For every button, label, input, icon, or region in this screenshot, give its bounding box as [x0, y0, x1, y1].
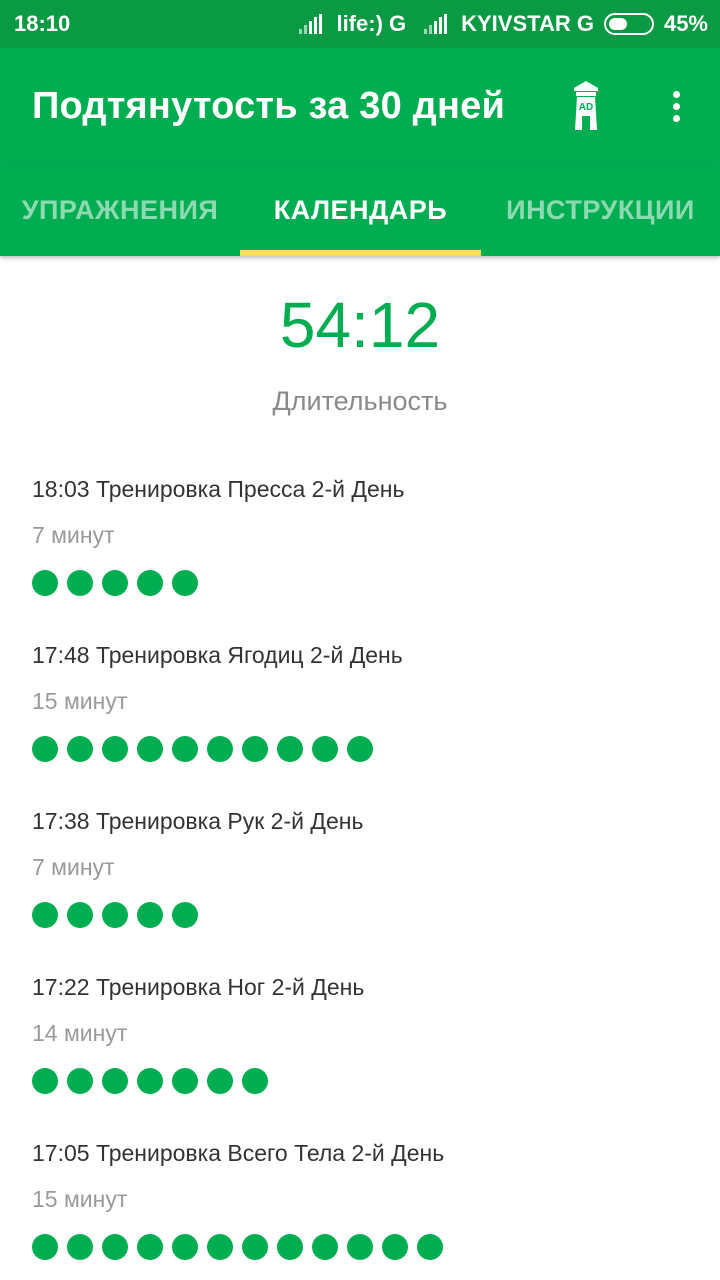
tab-exercises[interactable]: УПРАЖНЕНИЯ	[0, 164, 240, 256]
exercise-dot	[207, 736, 233, 762]
list-item[interactable]: 17:05 Тренировка Всего Тела 2-й День 15 м…	[32, 1138, 692, 1280]
page-title: Подтянутость за 30 дней	[32, 84, 506, 127]
exercise-dot	[102, 570, 128, 596]
battery-percent: 45%	[663, 11, 708, 36]
exercise-dot	[32, 1234, 58, 1260]
exercise-dot	[32, 736, 58, 762]
exercise-dots	[32, 902, 198, 928]
workout-title: 18:03 Тренировка Пресса 2-й День	[32, 476, 405, 502]
exercise-dot	[32, 570, 58, 596]
workout-title: 17:05 Тренировка Всего Тела 2-й День	[32, 1140, 445, 1166]
workout-duration: 7 минут	[32, 854, 115, 880]
workout-duration: 15 минут	[32, 688, 128, 714]
more-vert-icon[interactable]	[656, 78, 696, 134]
tab-calendar[interactable]: КАЛЕНДАРЬ	[240, 164, 481, 256]
status-time: 18:10	[14, 11, 71, 36]
exercise-dot	[242, 1234, 268, 1260]
battery-icon	[603, 13, 654, 35]
exercise-dot	[102, 902, 128, 928]
total-duration-label: Длительность	[272, 386, 448, 416]
exercise-dot	[172, 1234, 198, 1260]
exercise-dot	[207, 1234, 233, 1260]
exercise-dot	[277, 1234, 303, 1260]
exercise-dot	[172, 736, 198, 762]
exercise-dot	[137, 1068, 163, 1094]
tab-instructions[interactable]: ИНСТРУКЦИИ	[481, 164, 720, 256]
workout-title: 17:22 Тренировка Ног 2-й День	[32, 974, 365, 1000]
workout-title: 17:48 Тренировка Ягодиц 2-й День	[32, 642, 403, 668]
exercise-dot	[312, 736, 338, 762]
exercise-dot	[312, 1234, 338, 1260]
exercise-dot	[67, 570, 93, 596]
exercise-dot	[347, 736, 373, 762]
tab-indicator	[240, 250, 481, 256]
list-item[interactable]: 17:48 Тренировка Ягодиц 2-й День 15 минут	[32, 640, 692, 806]
exercise-dot	[67, 902, 93, 928]
exercise-dot	[67, 736, 93, 762]
exercise-dot	[67, 1068, 93, 1094]
exercise-dot	[137, 1234, 163, 1260]
workout-duration: 15 минут	[32, 1186, 128, 1212]
exercise-dot	[277, 736, 303, 762]
exercise-dots	[32, 1068, 268, 1094]
exercise-dot	[242, 736, 268, 762]
list-item[interactable]: 17:22 Тренировка Ног 2-й День 14 минут	[32, 972, 692, 1138]
svg-text:AD: AD	[579, 102, 593, 113]
workout-list: 18:03 Тренировка Пресса 2-й День 7 минут 1…	[32, 474, 692, 1280]
ad-tower-icon[interactable]: AD	[566, 78, 606, 134]
exercise-dots	[32, 570, 198, 596]
exercise-dot	[382, 1234, 408, 1260]
exercise-dot	[347, 1234, 373, 1260]
carrier-2: KYIVSTAR G	[461, 11, 594, 36]
exercise-dot	[242, 1068, 268, 1094]
list-item[interactable]: 18:03 Тренировка Пресса 2-й День 7 минут	[32, 474, 692, 640]
list-item[interactable]: 17:38 Тренировка Рук 2-й День 7 минут	[32, 806, 692, 972]
exercise-dot	[32, 1068, 58, 1094]
exercise-dot	[137, 902, 163, 928]
status-bar: 18:10 life:) G KYIVSTAR G 45%	[0, 0, 720, 48]
exercise-dot	[207, 1068, 233, 1094]
carrier-1: life:) G	[336, 11, 407, 36]
exercise-dot	[137, 570, 163, 596]
exercise-dot	[32, 902, 58, 928]
workout-title: 17:38 Тренировка Рук 2-й День	[32, 808, 364, 834]
signal-icon	[299, 14, 323, 34]
exercise-dots	[32, 1234, 443, 1260]
exercise-dot	[102, 736, 128, 762]
workout-duration: 14 минут	[32, 1020, 128, 1046]
exercise-dots	[32, 736, 373, 762]
exercise-dot	[102, 1068, 128, 1094]
exercise-dot	[172, 1068, 198, 1094]
signal-icon	[424, 14, 448, 34]
exercise-dot	[137, 736, 163, 762]
exercise-dot	[172, 902, 198, 928]
exercise-dot	[67, 1234, 93, 1260]
total-duration-value: 54:12	[279, 289, 441, 361]
exercise-dot	[417, 1234, 443, 1260]
tab-bar: УПРАЖНЕНИЯ КАЛЕНДАРЬ ИНСТРУКЦИИ	[0, 164, 720, 256]
exercise-dot	[102, 1234, 128, 1260]
status-indicators: life:) G KYIVSTAR G 45%	[299, 11, 708, 37]
app-bar: Подтянутость за 30 дней AD	[0, 48, 720, 164]
exercise-dot	[172, 570, 198, 596]
workout-duration: 7 минут	[32, 522, 115, 548]
